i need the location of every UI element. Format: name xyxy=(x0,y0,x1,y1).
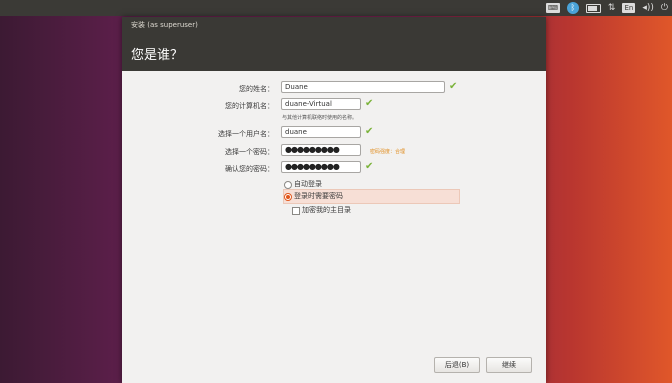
installer-window: 安装 (as superuser) 您是谁？ 您的姓名： Duane ✔ 您的计… xyxy=(122,17,546,383)
computer-name-label: 您的计算机名： xyxy=(225,102,274,110)
volume-icon[interactable]: ◂)) xyxy=(642,0,654,16)
require-password-label[interactable]: 登录时需要密码 xyxy=(294,191,343,201)
back-button[interactable]: 后退(B) xyxy=(434,357,480,373)
keyboard-icon[interactable]: ⌨ xyxy=(545,3,560,13)
require-password-radio[interactable] xyxy=(284,193,292,201)
computer-name-input[interactable]: duane-Virtual xyxy=(281,98,361,110)
username-valid-check-icon: ✔ xyxy=(365,126,374,137)
computer-name-valid-check-icon: ✔ xyxy=(365,98,374,109)
confirm-password-input[interactable]: ●●●●●●●●● xyxy=(281,161,361,173)
name-valid-check-icon: ✔ xyxy=(449,81,458,92)
confirm-password-valid-check-icon: ✔ xyxy=(365,161,374,172)
continue-button[interactable]: 继续 xyxy=(486,357,532,373)
window-title: 安装 (as superuser) xyxy=(131,21,198,29)
username-input[interactable]: duane xyxy=(281,126,361,138)
network-icon[interactable]: ⇅ xyxy=(608,0,616,16)
encrypt-home-label[interactable]: 加密我的主目录 xyxy=(302,205,351,215)
encrypt-home-checkbox[interactable] xyxy=(292,207,300,215)
password-label: 选择一个密码： xyxy=(225,148,274,156)
confirm-password-label: 确认您的密码： xyxy=(225,165,274,173)
auto-login-radio[interactable] xyxy=(284,181,292,189)
page-title: 您是谁？ xyxy=(131,48,184,63)
username-label: 选择一个用户名： xyxy=(218,130,274,138)
password-strength-text: 密码强度：合理 xyxy=(370,149,406,155)
password-input[interactable]: ●●●●●●●●● xyxy=(281,144,361,156)
computer-name-hint: 与其他计算机联络时使用的名称。 xyxy=(282,115,358,121)
name-input[interactable]: Duane xyxy=(281,81,445,93)
top-panel: ⌨ ᛒ ⇅ En ◂)) ⏻ xyxy=(0,0,672,16)
name-label: 您的姓名： xyxy=(239,85,274,93)
battery-icon[interactable] xyxy=(585,3,601,13)
input-method-indicator[interactable]: En xyxy=(622,3,636,13)
power-icon[interactable]: ⏻ xyxy=(661,0,668,16)
window-titlebar: 安装 (as superuser) 您是谁？ xyxy=(122,17,546,71)
bluetooth-icon[interactable]: ᛒ xyxy=(566,2,579,14)
auto-login-label[interactable]: 自动登录 xyxy=(294,179,322,189)
